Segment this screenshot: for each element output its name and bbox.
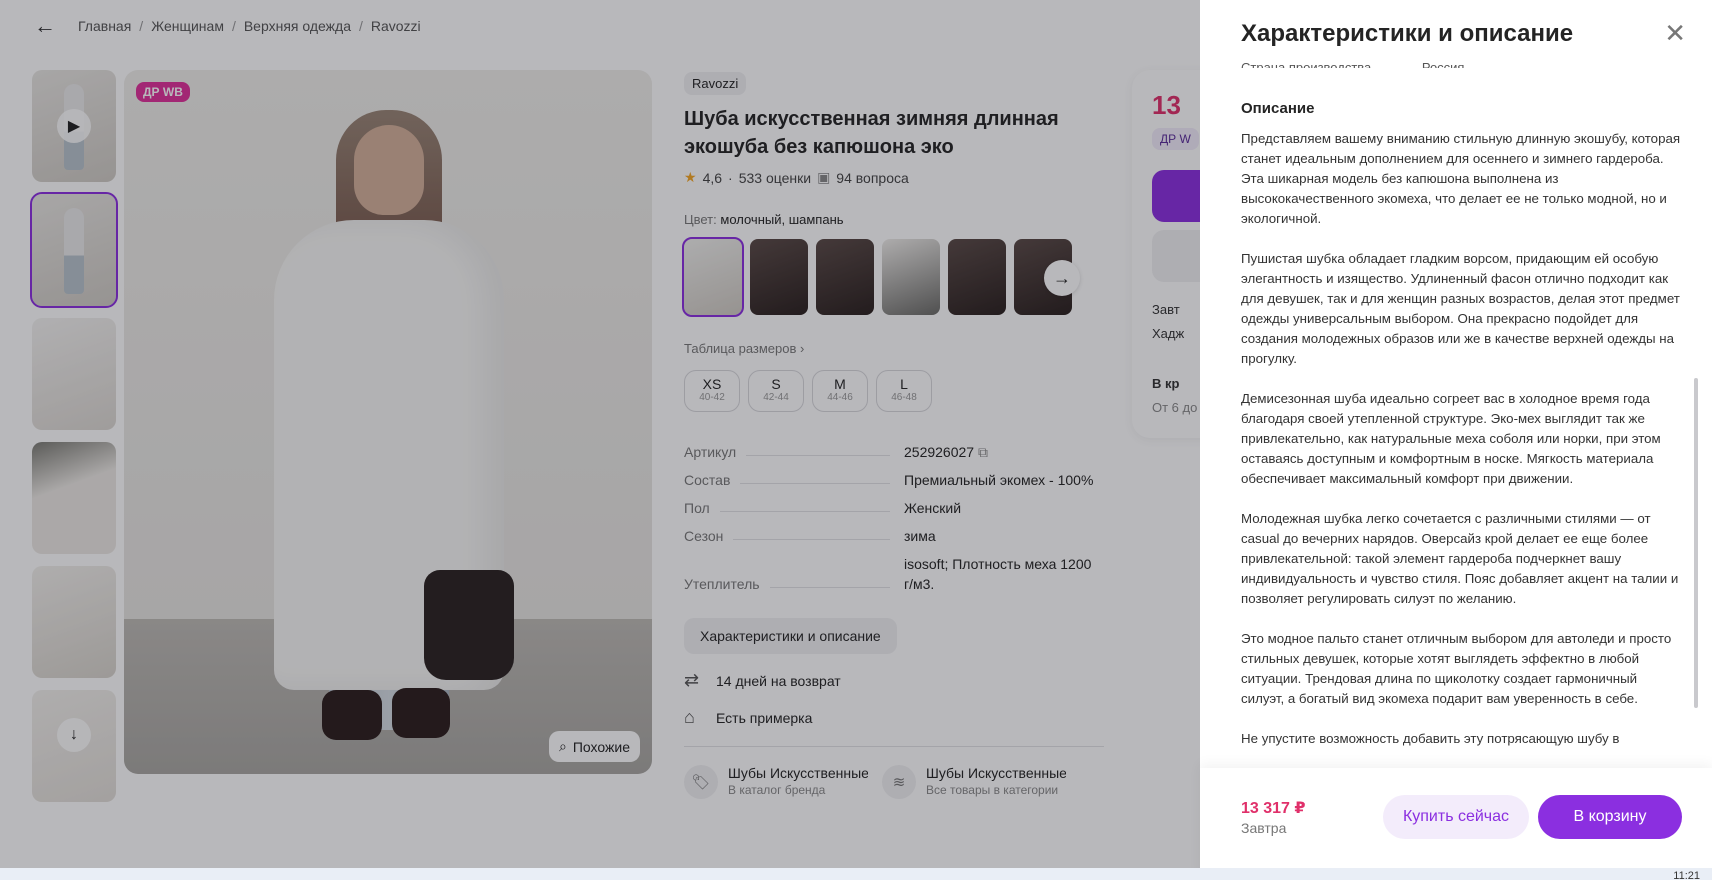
footer-delivery: Завтра xyxy=(1241,820,1287,836)
description-scroll[interactable]: Описание Представляем вашему вниманию ст… xyxy=(1241,100,1681,770)
footer-price: 13 317 ₽ xyxy=(1241,800,1306,817)
details-panel: Характеристики и описание ✕ Страна произ… xyxy=(1200,0,1712,880)
scrollbar[interactable] xyxy=(1694,378,1698,708)
description-paragraph: Демисезонная шуба идеально согреет вас в… xyxy=(1241,391,1661,486)
modal-backdrop[interactable] xyxy=(0,0,1200,880)
taskbar: 11:21 xyxy=(0,868,1712,880)
description-heading: Описание xyxy=(1241,100,1315,117)
add-to-cart-button[interactable]: В корзину xyxy=(1538,795,1682,839)
country-row: Страна производства ............ Россия xyxy=(1241,60,1465,68)
description-paragraph: Пушистая шубка обладает гладким ворсом, … xyxy=(1241,251,1680,366)
buy-now-button[interactable]: Купить сейчас xyxy=(1383,795,1529,839)
description-paragraph: Представляем вашему вниманию стильную дл… xyxy=(1241,131,1681,226)
panel-footer: 13 317 ₽ Завтра Купить сейчас В корзину xyxy=(1200,768,1712,880)
description-paragraph: Это модное пальто станет отличным выборо… xyxy=(1241,631,1672,706)
close-icon[interactable]: ✕ xyxy=(1664,20,1686,46)
description-paragraph: Молодежная шубка легко сочетается с разл… xyxy=(1241,511,1679,606)
clock: 11:21 xyxy=(1673,870,1700,880)
description-paragraph: Не упустите возможность добавить эту пот… xyxy=(1241,731,1620,746)
panel-title: Характеристики и описание xyxy=(1241,20,1574,47)
